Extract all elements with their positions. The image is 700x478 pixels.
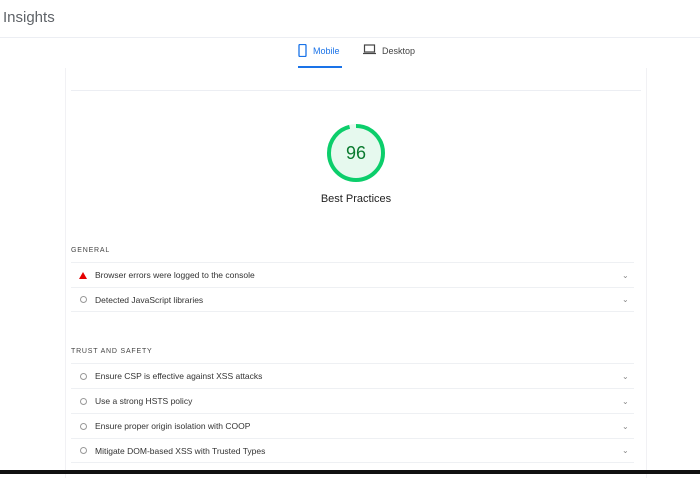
score-label: Best Practices bbox=[320, 193, 392, 205]
divider bbox=[71, 90, 641, 91]
warning-triangle-icon bbox=[79, 271, 87, 279]
audit-label: Ensure proper origin isolation with COOP bbox=[95, 421, 251, 431]
audit-row[interactable]: Ensure proper origin isolation with COOP… bbox=[71, 413, 634, 438]
chevron-down-icon: ⌄ bbox=[622, 371, 629, 381]
bottom-bar bbox=[0, 470, 700, 474]
info-circle-icon bbox=[79, 447, 87, 454]
chevron-down-icon: ⌄ bbox=[622, 270, 629, 280]
tab-label: Mobile bbox=[313, 46, 340, 56]
audit-label: Detected JavaScript libraries bbox=[95, 294, 204, 305]
audit-row[interactable]: Mitigate DOM-based XSS with Trusted Type… bbox=[71, 438, 634, 463]
device-tabs: Mobile Desktop bbox=[0, 44, 700, 68]
audit-label: Mitigate DOM-based XSS with Trusted Type… bbox=[95, 445, 266, 456]
laptop-icon bbox=[363, 44, 376, 55]
page-title: Insights bbox=[3, 9, 55, 26]
audit-row[interactable]: Detected JavaScript libraries ⌄ bbox=[71, 287, 634, 312]
audit-row[interactable]: Ensure CSP is effective against XSS atta… bbox=[71, 363, 634, 388]
phone-icon bbox=[298, 44, 307, 57]
info-circle-icon bbox=[79, 422, 87, 430]
report-card: 96 Best Practices GENERAL Browser errors… bbox=[65, 68, 647, 478]
info-circle-icon bbox=[79, 372, 87, 380]
audit-label: Browser errors were logged to the consol… bbox=[95, 270, 255, 280]
audit-label: Ensure CSP is effective against XSS atta… bbox=[95, 371, 263, 381]
chevron-down-icon: ⌄ bbox=[622, 446, 629, 455]
tab-mobile[interactable]: Mobile bbox=[298, 44, 342, 68]
tab-label: Desktop bbox=[382, 46, 416, 56]
chevron-down-icon: ⌄ bbox=[622, 295, 629, 304]
score-value: 96 bbox=[345, 143, 367, 163]
section-title: TRUST AND SAFETY bbox=[71, 348, 153, 355]
app-header: Insights bbox=[0, 0, 700, 38]
chevron-down-icon: ⌄ bbox=[622, 421, 629, 431]
audit-label: Use a strong HSTS policy bbox=[95, 396, 193, 406]
score-gauge: 96 bbox=[326, 123, 386, 183]
section-title: GENERAL bbox=[71, 247, 111, 254]
audit-row[interactable]: Use a strong HSTS policy ⌄ bbox=[71, 388, 634, 413]
audit-row[interactable]: Browser errors were logged to the consol… bbox=[71, 262, 634, 287]
info-circle-icon bbox=[79, 397, 87, 405]
chevron-down-icon: ⌄ bbox=[622, 396, 629, 406]
info-circle-icon bbox=[79, 296, 87, 303]
tab-desktop[interactable]: Desktop bbox=[363, 44, 415, 68]
